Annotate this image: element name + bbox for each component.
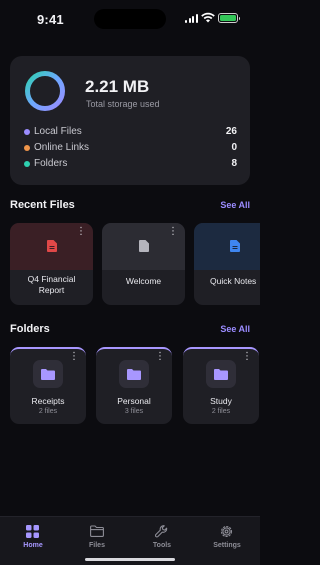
storage-row-label: Online Links bbox=[34, 142, 90, 153]
storage-row-value: 26 bbox=[225, 126, 237, 137]
storage-ring-icon bbox=[25, 71, 65, 111]
storage-summary-card[interactable]: 2.21 MB Total storage used Local Files 2… bbox=[10, 56, 250, 185]
tab-label: Files bbox=[89, 542, 105, 549]
recent-file-card[interactable]: Quick Notes bbox=[194, 223, 260, 305]
folder-icon bbox=[90, 525, 104, 537]
status-bar: 9:41 bbox=[0, 0, 260, 40]
more-options-icon[interactable]: ⋮ bbox=[155, 352, 165, 362]
wifi-icon bbox=[201, 12, 215, 23]
folder-name: Personal bbox=[117, 396, 151, 406]
folder-icon bbox=[41, 369, 55, 380]
gear-icon bbox=[220, 525, 233, 538]
more-options-icon[interactable]: ⋮ bbox=[69, 352, 79, 362]
storage-row-label: Folders bbox=[34, 158, 68, 169]
storage-row-label: Local Files bbox=[34, 126, 82, 137]
folder-count: 3 files bbox=[124, 408, 144, 415]
storage-row-value: 0 bbox=[231, 142, 237, 153]
tab-tools[interactable]: Tools bbox=[137, 525, 187, 561]
status-time: 9:41 bbox=[37, 12, 64, 27]
legend-dot bbox=[24, 145, 30, 151]
legend-dot bbox=[24, 129, 30, 135]
file-name: Q4 Financial Report bbox=[27, 274, 76, 295]
battery-icon bbox=[218, 13, 240, 23]
folder-card[interactable]: ⋮ Personal 3 files bbox=[96, 347, 172, 424]
file-name: Quick Notes bbox=[210, 276, 257, 286]
folder-count: 2 files bbox=[38, 408, 58, 415]
folder-icon bbox=[214, 369, 228, 380]
folder-icon-box bbox=[119, 360, 149, 388]
folders-title: Folders bbox=[10, 323, 50, 335]
dynamic-island bbox=[94, 9, 166, 29]
more-options-icon[interactable]: ⋮ bbox=[76, 227, 86, 237]
file-name: Welcome bbox=[125, 276, 162, 286]
doc-file-icon bbox=[230, 240, 240, 252]
tab-label: Home bbox=[23, 542, 43, 549]
grid-icon bbox=[26, 525, 39, 538]
storage-caption: Total storage used bbox=[86, 99, 160, 109]
recent-see-all-link[interactable]: See All bbox=[220, 200, 250, 210]
folder-icon-box bbox=[33, 360, 63, 388]
home-indicator bbox=[85, 558, 175, 561]
recent-file-card[interactable]: ⋮ Welcome bbox=[102, 223, 185, 305]
folders-see-all-link[interactable]: See All bbox=[220, 324, 250, 334]
more-options-icon[interactable]: ⋮ bbox=[242, 352, 252, 362]
storage-row-online-links: Online Links 0 bbox=[24, 142, 237, 156]
folder-card[interactable]: ⋮ Receipts 2 files bbox=[10, 347, 86, 424]
storage-value: 2.21 MB bbox=[85, 77, 150, 96]
tab-home[interactable]: Home bbox=[8, 525, 58, 561]
wrench-icon bbox=[155, 525, 168, 538]
tab-settings[interactable]: Settings bbox=[202, 525, 252, 561]
pdf-file-icon bbox=[46, 240, 57, 252]
legend-dot bbox=[24, 161, 30, 167]
tab-files[interactable]: Files bbox=[72, 525, 122, 561]
folder-card[interactable]: ⋮ Study 2 files bbox=[183, 347, 259, 424]
signal-icon bbox=[185, 14, 199, 23]
folder-icon-box bbox=[206, 360, 236, 388]
storage-row-value: 8 bbox=[231, 158, 237, 169]
folder-name: Receipts bbox=[31, 396, 65, 406]
more-options-icon[interactable]: ⋮ bbox=[168, 227, 178, 237]
storage-row-local-files: Local Files 26 bbox=[24, 126, 237, 140]
tab-label: Settings bbox=[213, 542, 241, 549]
folder-name: Study bbox=[210, 396, 232, 406]
recent-file-card[interactable]: ⋮ Q4 Financial Report bbox=[10, 223, 93, 305]
recent-files-title: Recent Files bbox=[10, 199, 75, 211]
storage-row-folders: Folders 8 bbox=[24, 158, 237, 172]
text-file-icon bbox=[138, 240, 149, 252]
folder-icon bbox=[127, 369, 141, 380]
folder-count: 2 files bbox=[211, 408, 231, 415]
file-thumbnail bbox=[194, 223, 260, 270]
tab-label: Tools bbox=[152, 542, 172, 549]
